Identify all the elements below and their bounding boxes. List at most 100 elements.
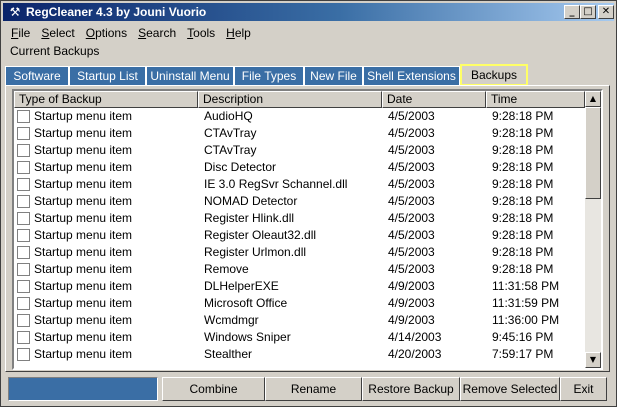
cell-type: Startup menu item: [34, 245, 133, 259]
cell-description: CTAvTray: [204, 143, 257, 157]
tab-shell-extensions[interactable]: Shell Extensions: [363, 66, 460, 85]
cell-time: 9:28:18 PM: [492, 143, 554, 157]
cell-date: 4/20/2003: [388, 347, 442, 361]
cell-time: 9:28:18 PM: [492, 228, 554, 242]
cell-date: 4/9/2003: [388, 296, 435, 310]
table-row[interactable]: Startup menu item AudioHQ 4/5/2003 9:28:18 …: [14, 108, 585, 125]
table-row[interactable]: Startup menu item Remove 4/5/2003 9:28:18 P…: [14, 261, 585, 278]
row-checkbox[interactable]: [17, 110, 30, 123]
cell-description: Windows Sniper: [204, 330, 291, 344]
cell-time: 9:28:18 PM: [492, 211, 554, 225]
table-row[interactable]: Startup menu item Register Hlink.dll 4/5/2…: [14, 210, 585, 227]
cell-time: 9:28:18 PM: [492, 126, 554, 140]
remove-selected-button[interactable]: Remove Selected: [460, 377, 560, 401]
row-checkbox[interactable]: [17, 229, 30, 242]
cell-type: Startup menu item: [34, 347, 133, 361]
cell-date: 4/5/2003: [388, 211, 435, 225]
cell-date: 4/5/2003: [388, 194, 435, 208]
row-checkbox[interactable]: [17, 297, 30, 310]
menu-select[interactable]: Select: [35, 23, 79, 42]
minimize-button[interactable]: _: [564, 5, 580, 19]
column-date[interactable]: Date: [382, 91, 486, 108]
section-label: Current Backups: [10, 44, 100, 58]
menu-bar: File Select Options Search Tools Help: [5, 23, 256, 42]
cell-date: 4/14/2003: [388, 330, 442, 344]
combine-button[interactable]: Combine: [162, 377, 265, 401]
tab-file-types[interactable]: File Types: [234, 66, 304, 85]
row-checkbox[interactable]: [17, 280, 30, 293]
column-time[interactable]: Time: [486, 91, 585, 108]
tab-startup-list[interactable]: Startup List: [69, 66, 146, 85]
restore-backup-button[interactable]: Restore Backup: [362, 377, 460, 401]
backups-list[interactable]: Type of Backup Description Date Time Sta…: [12, 89, 603, 370]
table-row[interactable]: Startup menu item Disc Detector 4/5/2003 9:…: [14, 159, 585, 176]
cell-description: Register Oleaut32.dll: [204, 228, 317, 242]
scroll-thumb[interactable]: [585, 107, 601, 199]
rename-button[interactable]: Rename: [265, 377, 362, 401]
tab-software[interactable]: Software: [5, 66, 69, 85]
cell-type: Startup menu item: [34, 177, 133, 191]
row-checkbox[interactable]: [17, 314, 30, 327]
cell-description: Microsoft Office: [204, 296, 288, 310]
cell-type: Startup menu item: [34, 160, 133, 174]
table-row[interactable]: Startup menu item Register Oleaut32.dll 4/…: [14, 227, 585, 244]
row-checkbox[interactable]: [17, 144, 30, 157]
cell-time: 11:31:58 PM: [492, 279, 560, 293]
progress-bar: [8, 377, 158, 401]
table-row[interactable]: Startup menu item Stealther 4/20/2003 7:59:…: [14, 346, 585, 363]
table-row[interactable]: Startup menu item Windows Sniper 4/14/2003…: [14, 329, 585, 346]
cell-time: 9:28:18 PM: [492, 262, 554, 276]
cell-description: Register Hlink.dll: [204, 211, 295, 225]
close-button[interactable]: ✕: [598, 5, 614, 19]
menu-file[interactable]: File: [5, 23, 35, 42]
cell-date: 4/5/2003: [388, 109, 435, 123]
row-checkbox[interactable]: [17, 161, 30, 174]
table-row[interactable]: Startup menu item Microsoft Office 4/9/200…: [14, 295, 585, 312]
cell-description: Register Urlmon.dll: [204, 245, 307, 259]
table-row[interactable]: Startup menu item NOMAD Detector 4/5/2003 9…: [14, 193, 585, 210]
list-header: Type of Backup Description Date Time: [14, 91, 585, 108]
cell-description: Remove: [204, 262, 249, 276]
cell-time: 11:36:00 PM: [492, 313, 560, 327]
menu-options[interactable]: Options: [80, 23, 132, 42]
row-checkbox[interactable]: [17, 348, 30, 361]
cell-description: IE 3.0 RegSvr Schannel.dll: [204, 177, 348, 191]
menu-help[interactable]: Help: [220, 23, 256, 42]
maximize-button[interactable]: □: [580, 5, 596, 19]
menu-search[interactable]: Search: [132, 23, 181, 42]
row-checkbox[interactable]: [17, 212, 30, 225]
cell-time: 9:28:18 PM: [492, 177, 554, 191]
row-checkbox[interactable]: [17, 331, 30, 344]
cell-time: 7:59:17 PM: [492, 347, 554, 361]
window-title: RegCleaner 4.3 by Jouni Vuorio: [26, 5, 207, 19]
row-checkbox[interactable]: [17, 195, 30, 208]
tab-new-file[interactable]: New File: [304, 66, 363, 85]
cell-time: 9:28:18 PM: [492, 194, 554, 208]
column-type-of-backup[interactable]: Type of Backup: [14, 91, 198, 108]
cell-date: 4/9/2003: [388, 313, 435, 327]
cell-type: Startup menu item: [34, 313, 133, 327]
table-row[interactable]: Startup menu item Wcmdmgr 4/9/2003 11:36:00…: [14, 312, 585, 329]
cell-type: Startup menu item: [34, 211, 133, 225]
tab-uninstall-menu[interactable]: Uninstall Menu: [146, 66, 234, 85]
tab-backups[interactable]: Backups: [460, 64, 528, 86]
column-description[interactable]: Description: [198, 91, 382, 108]
row-checkbox[interactable]: [17, 178, 30, 191]
menu-tools[interactable]: Tools: [181, 23, 220, 42]
row-checkbox[interactable]: [17, 127, 30, 140]
exit-button[interactable]: Exit: [560, 377, 607, 401]
scroll-up-arrow-icon[interactable]: ▲: [585, 91, 601, 107]
table-row[interactable]: Startup menu item DLHelperEXE 4/9/2003 11:3…: [14, 278, 585, 295]
row-checkbox[interactable]: [17, 246, 30, 259]
cell-date: 4/5/2003: [388, 160, 435, 174]
row-checkbox[interactable]: [17, 263, 30, 276]
table-row[interactable]: Startup menu item IE 3.0 RegSvr Schannel.…: [14, 176, 585, 193]
scroll-down-arrow-icon[interactable]: ▼: [585, 352, 601, 368]
table-row[interactable]: Startup menu item CTAvTray 4/5/2003 9:28:18…: [14, 125, 585, 142]
title-bar[interactable]: ⚒ RegCleaner 4.3 by Jouni Vuorio _ □ ✕: [3, 3, 614, 21]
cell-type: Startup menu item: [34, 228, 133, 242]
table-row[interactable]: Startup menu item CTAvTray 4/5/2003 9:28:18…: [14, 142, 585, 159]
vertical-scrollbar[interactable]: ▲ ▼: [585, 91, 601, 368]
cell-type: Startup menu item: [34, 262, 133, 276]
table-row[interactable]: Startup menu item Register Urlmon.dll 4/5/…: [14, 244, 585, 261]
